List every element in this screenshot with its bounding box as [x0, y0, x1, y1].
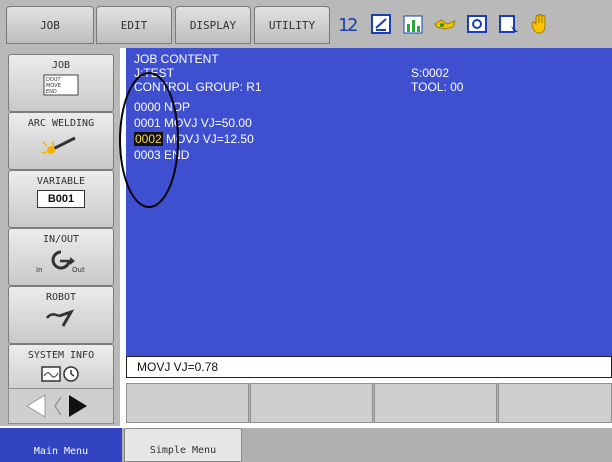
in-out-button[interactable]: IN/OUT In Out	[8, 228, 114, 286]
line-number: 0000	[134, 100, 161, 114]
variable-label: VARIABLE	[36, 176, 86, 187]
line-number: 0001	[134, 116, 161, 130]
toolbar-icons: 12	[335, 8, 555, 40]
nav-arrows-icon	[26, 394, 87, 418]
soft-key-row	[126, 383, 612, 423]
page-nav-arrows[interactable]	[8, 388, 114, 424]
job-line-selected[interactable]: 0002 MOVJ VJ=12.50	[134, 132, 254, 146]
job-menu-tab[interactable]: JOB	[6, 6, 94, 44]
tool-icon[interactable]	[463, 10, 491, 38]
screen-icon[interactable]	[495, 10, 523, 38]
chart-icon[interactable]	[399, 10, 427, 38]
edit-sheet-icon[interactable]	[367, 10, 395, 38]
svg-text:In: In	[36, 266, 43, 274]
in-out-label: IN/OUT	[42, 234, 80, 245]
line-number-cursor: 0002	[134, 132, 163, 146]
job-content-screen: JOB CONTENT J:TEST S:0002 CONTROL GROUP:…	[126, 48, 612, 363]
robot-button[interactable]: ROBOT	[8, 286, 114, 344]
arc-welding-button[interactable]: ARC WELDING	[8, 112, 114, 170]
variable-value-box: B001	[37, 190, 85, 208]
line-instruction: NOP	[160, 100, 191, 114]
system-info-label: SYSTEM INFO	[27, 350, 95, 361]
bottom-menu-bar: Main Menu Simple Menu	[0, 428, 612, 462]
content-title: JOB CONTENT	[134, 52, 219, 66]
job-list-icon: DOUT MOVE END	[43, 74, 79, 96]
system-info-icon	[41, 366, 79, 382]
line-instruction: MOVJ VJ=50.00	[160, 116, 252, 130]
job-line[interactable]: 0003 END	[134, 148, 189, 162]
control-group: CONTROL GROUP: R1	[134, 80, 262, 94]
edit-menu-label: EDIT	[120, 18, 148, 32]
soft-key-1[interactable]	[126, 383, 249, 423]
job-button-label: JOB	[51, 60, 71, 71]
svg-text:END: END	[46, 89, 57, 95]
simple-menu-tab[interactable]: Simple Menu	[124, 428, 242, 462]
robot-arm-icon	[45, 309, 75, 327]
welding-torch-icon	[41, 136, 76, 154]
display-menu-tab[interactable]: DISPLAY	[175, 6, 251, 44]
numbering-icon[interactable]: 12	[335, 10, 363, 38]
soft-key-3[interactable]	[374, 383, 497, 423]
soft-key-4[interactable]	[498, 383, 612, 423]
hand-icon[interactable]	[527, 10, 555, 38]
arc-welding-label: ARC WELDING	[27, 118, 95, 129]
main-menu-tab[interactable]: Main Menu	[0, 428, 122, 462]
simple-menu-label: Simple Menu	[149, 445, 217, 456]
job-line[interactable]: 0001 MOVJ VJ=50.00	[134, 116, 252, 130]
display-menu-label: DISPLAY	[189, 18, 237, 32]
svg-text:Out: Out	[72, 266, 85, 274]
in-out-icon: In Out	[36, 250, 85, 274]
job-name: J:TEST	[134, 66, 175, 80]
utility-menu-label: UTILITY	[268, 18, 316, 32]
job-line[interactable]: 0000 NOP	[134, 100, 190, 114]
edit-menu-tab[interactable]: EDIT	[96, 6, 172, 44]
step-number: S:0002	[411, 66, 450, 80]
robot-label: ROBOT	[45, 292, 77, 303]
main-menu-label: Main Menu	[33, 446, 89, 457]
handshake-icon[interactable]	[431, 10, 459, 38]
left-menu-panel: JOB DOUT MOVE END ARC WELDING VARIABLE B…	[0, 48, 120, 426]
line-instruction: MOVJ VJ=12.50	[162, 132, 254, 146]
job-button[interactable]: JOB DOUT MOVE END	[8, 54, 114, 112]
svg-text:2: 2	[347, 15, 358, 36]
input-buffer-line[interactable]: MOVJ VJ=0.78	[126, 356, 612, 378]
top-menu-bar: JOB EDIT DISPLAY UTILITY 12	[0, 0, 612, 48]
soft-key-2[interactable]	[250, 383, 373, 423]
job-menu-label: JOB	[40, 18, 60, 32]
variable-button[interactable]: VARIABLE B001	[8, 170, 114, 228]
utility-menu-tab[interactable]: UTILITY	[254, 6, 330, 44]
line-number: 0003	[134, 148, 161, 162]
tool-number: TOOL: 00	[411, 80, 464, 94]
line-instruction: END	[160, 148, 190, 162]
